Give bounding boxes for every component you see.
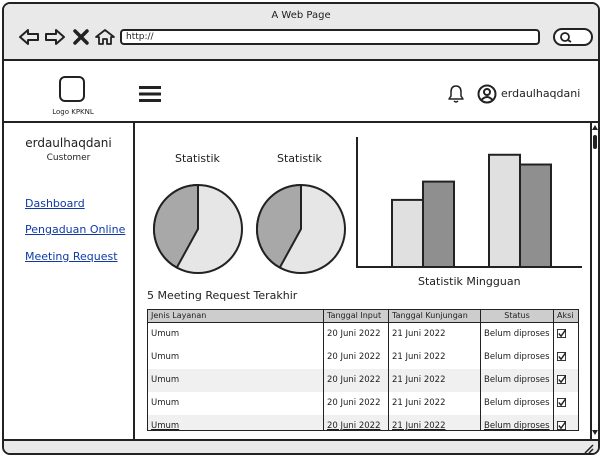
table-row: Umum 20 Juni 2022 21 Juni 2022 Belum dip… xyxy=(148,369,578,392)
status-bar xyxy=(4,439,598,454)
cell-tanggal-kunjungan: 21 Juni 2022 xyxy=(389,415,481,430)
cell-status: Belum diproses xyxy=(481,369,554,392)
checkbox-icon[interactable] xyxy=(557,375,566,384)
cell-jenis: Umum xyxy=(148,415,324,430)
cell-tanggal-input: 20 Juni 2022 xyxy=(324,415,389,430)
cell-status: Belum diproses xyxy=(481,323,554,346)
cell-tanggal-input: 20 Juni 2022 xyxy=(324,392,389,415)
browser-toolbar: A Web Page http:// xyxy=(4,4,598,61)
pie-title-1: Statistik xyxy=(175,152,220,165)
cell-status: Belum diproses xyxy=(481,346,554,369)
table-row: Umum 20 Juni 2022 21 Juni 2022 Belum dip… xyxy=(148,415,578,430)
back-icon[interactable] xyxy=(18,28,40,46)
close-icon[interactable] xyxy=(70,28,92,46)
cell-aksi xyxy=(554,415,578,430)
col-jenis-layanan: Jenis Layanan xyxy=(148,310,324,322)
cell-tanggal-kunjungan: 21 Juni 2022 xyxy=(389,323,481,346)
pie-chart-1 xyxy=(153,184,243,274)
sidebar-link-dashboard[interactable]: Dashboard xyxy=(25,197,85,210)
weekly-bar-chart xyxy=(356,137,582,269)
cell-jenis: Umum xyxy=(148,369,324,392)
cell-tanggal-input: 20 Juni 2022 xyxy=(324,323,389,346)
home-icon[interactable] xyxy=(94,28,116,46)
cell-tanggal-input: 20 Juni 2022 xyxy=(324,369,389,392)
cell-jenis: Umum xyxy=(148,346,324,369)
col-tanggal-input: Tanggal Input xyxy=(324,310,389,322)
search-icon xyxy=(560,32,572,43)
pie-title-2: Statistik xyxy=(277,152,322,165)
bell-icon[interactable] xyxy=(447,84,465,104)
table-header-row: Jenis Layanan Tanggal Input Tanggal Kunj… xyxy=(148,310,578,323)
cell-tanggal-input: 20 Juni 2022 xyxy=(324,346,389,369)
cell-jenis: Umum xyxy=(148,323,324,346)
cell-status: Belum diproses xyxy=(481,415,554,430)
weekly-bar-2-light xyxy=(488,153,521,268)
window-title: A Web Page xyxy=(271,10,331,21)
weekly-bar-2-dark xyxy=(519,163,552,269)
cell-aksi xyxy=(554,346,578,369)
scroll-down-icon[interactable] xyxy=(592,428,598,436)
table-row: Umum 20 Juni 2022 21 Juni 2022 Belum dip… xyxy=(148,346,578,369)
forward-icon[interactable] xyxy=(44,28,66,46)
col-tanggal-kunjungan: Tanggal Kunjungan xyxy=(389,310,481,322)
cell-jenis: Umum xyxy=(148,392,324,415)
weekly-chart-caption: Statistik Mingguan xyxy=(418,275,521,288)
vertical-scrollbar[interactable] xyxy=(590,123,598,439)
browser-window: A Web Page http:// Logo KPKNL erdaulhaqd… xyxy=(2,2,600,455)
search-box[interactable] xyxy=(553,28,593,46)
hamburger-menu-icon[interactable] xyxy=(139,86,161,102)
logo-text: Logo KPKNL xyxy=(52,108,94,116)
cell-aksi xyxy=(554,369,578,392)
col-aksi: Aksi xyxy=(557,311,574,320)
table-row: Umum 20 Juni 2022 21 Juni 2022 Belum dip… xyxy=(148,323,578,346)
scroll-up-icon[interactable] xyxy=(592,124,598,132)
checkbox-icon[interactable] xyxy=(557,398,566,407)
checkbox-icon[interactable] xyxy=(557,352,566,361)
sidebar-link-pengaduan-online[interactable]: Pengaduan Online xyxy=(25,223,125,236)
user-icon[interactable] xyxy=(477,84,497,104)
meeting-request-table: Jenis Layanan Tanggal Input Tanggal Kunj… xyxy=(147,309,579,431)
scrollbar-thumb[interactable] xyxy=(593,135,597,149)
pie-chart-2 xyxy=(256,184,346,274)
weekly-bar-1-dark xyxy=(422,180,455,268)
checkbox-icon[interactable] xyxy=(557,329,566,338)
table-title: 5 Meeting Request Terakhir xyxy=(147,289,298,302)
sidebar-username: erdaulhaqdani xyxy=(25,136,112,150)
checkbox-icon[interactable] xyxy=(557,421,566,430)
header-username[interactable]: erdaulhaqdani xyxy=(501,87,580,100)
sidebar: erdaulhaqdani Customer Dashboard Pengadu… xyxy=(4,123,135,439)
table-row: Umum 20 Juni 2022 21 Juni 2022 Belum dip… xyxy=(148,392,578,415)
app-header: Logo KPKNL erdaulhaqdani xyxy=(4,61,598,123)
weekly-bar-1-light xyxy=(391,198,424,268)
cell-aksi xyxy=(554,392,578,415)
resize-grip-icon[interactable] xyxy=(582,442,594,454)
cell-tanggal-kunjungan: 21 Juni 2022 xyxy=(389,346,481,369)
sidebar-role: Customer xyxy=(46,153,91,163)
logo-placeholder xyxy=(59,76,85,102)
main-content: Statistik Statistik Statistik Mingguan 5… xyxy=(135,123,590,439)
sidebar-link-meeting-request[interactable]: Meeting Request xyxy=(25,250,118,263)
cell-tanggal-kunjungan: 21 Juni 2022 xyxy=(389,369,481,392)
cell-tanggal-kunjungan: 21 Juni 2022 xyxy=(389,392,481,415)
address-bar[interactable]: http:// xyxy=(120,29,540,45)
cell-aksi xyxy=(554,323,578,346)
cell-status: Belum diproses xyxy=(481,392,554,415)
col-status: Status xyxy=(481,310,554,322)
